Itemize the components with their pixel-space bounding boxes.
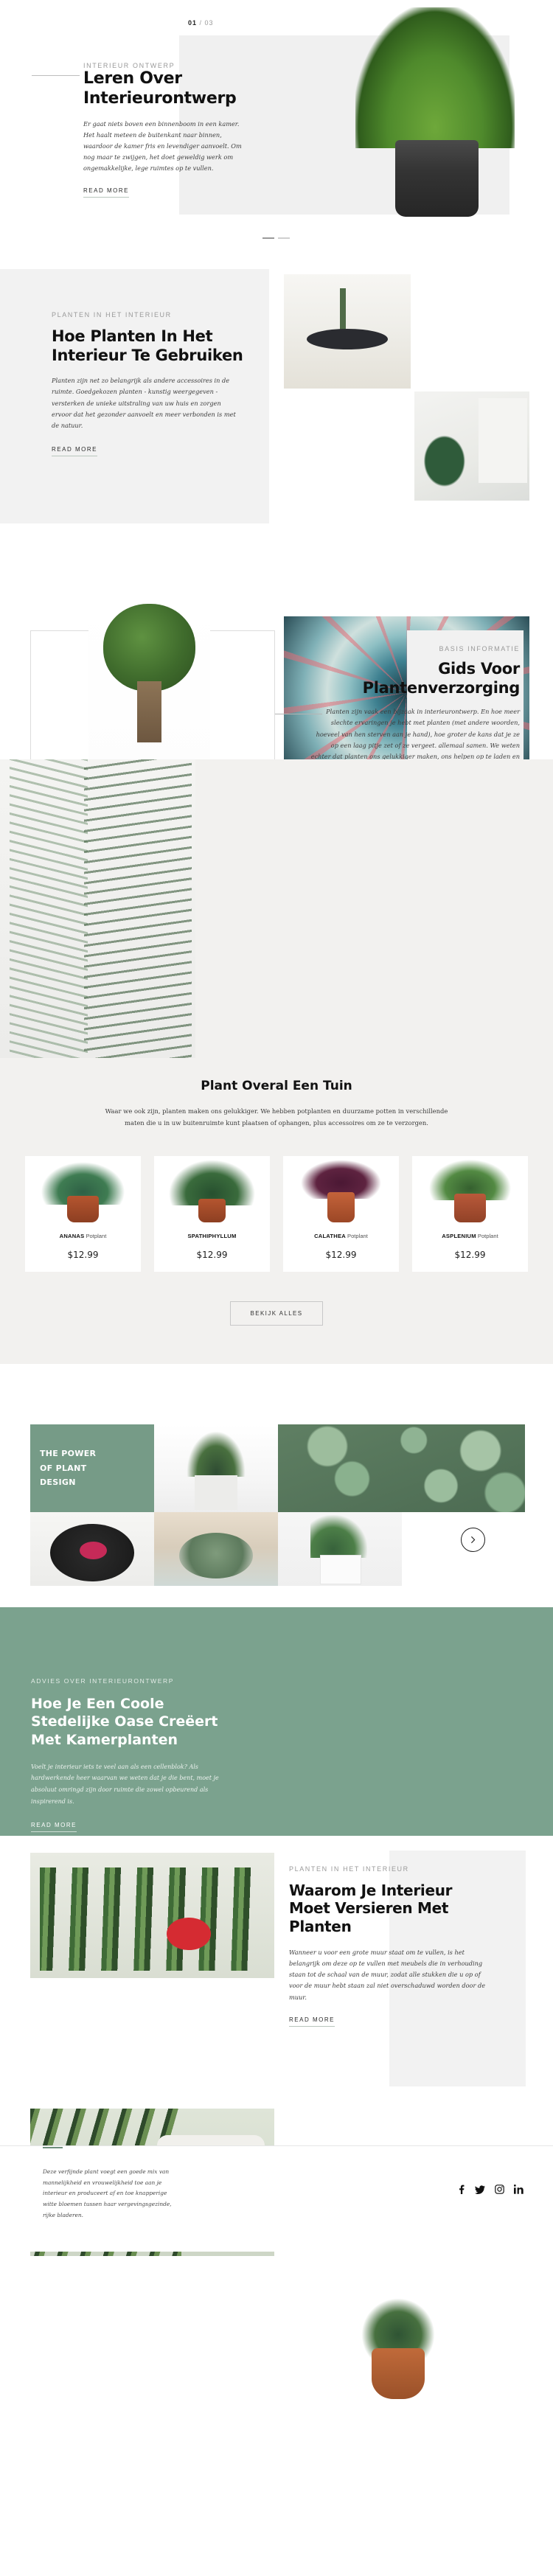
gallery-caption-text: THE POWER OF PLANT DESIGN <box>40 1447 96 1489</box>
gallery-image-aloe-pot[interactable] <box>278 1511 402 1586</box>
why-image-aloe-pot <box>347 2289 450 2403</box>
product-card[interactable]: ASPLENIUM Potplant $12.99 <box>412 1155 528 1272</box>
product-grid: ANANAS Potplant $12.99 SPATHIPHYLLUM $12… <box>0 1155 553 1272</box>
hero-eyebrow: INTERIEUR ONTWERP <box>83 62 175 69</box>
product-name: ANANAS Potplant <box>25 1233 141 1239</box>
product-name: ASPLENIUM Potplant <box>412 1233 528 1239</box>
cta-eyebrow: ADVIES OVER INTERIEURONTWERP <box>31 1677 175 1685</box>
twitter-icon[interactable] <box>475 2185 485 2195</box>
product-price: $12.99 <box>196 1249 228 1260</box>
products-section: Plant Overal Een Tuin Waar we ook zijn, … <box>0 1058 553 1364</box>
page-root: 01 / 03 INTERIEUR ONTWERP Leren Over Int… <box>0 0 553 2399</box>
guide-section: BASIS INFORMATIE Gids Voor Plantenverzor… <box>0 538 553 796</box>
cta-section: ADVIES OVER INTERIEURONTWERP Hoe Je Een … <box>0 1606 553 1836</box>
gallery-section: THE POWER OF PLANT DESIGN <box>0 1363 553 1607</box>
steps-background-image <box>0 759 195 1058</box>
gallery-caption-line-1: THE POWER <box>40 1449 97 1459</box>
product-price: $12.99 <box>325 1249 357 1260</box>
footer-paragraph: Deze verfijnde plant voegt een goede mix… <box>43 2168 172 2219</box>
interior-text-block: PLANTEN IN HET INTERIEUR Hoe Planten In … <box>52 311 254 457</box>
why-paragraph: Wanneer u voor een grote muur staat om t… <box>289 1948 486 2001</box>
interior-image-strelitzia <box>414 391 529 501</box>
product-image <box>283 1155 399 1225</box>
gallery-next-button[interactable] <box>461 1527 485 1552</box>
slide-counter-total: 03 <box>204 19 214 27</box>
why-section: PLANTEN IN HET INTERIEUR Waarom Je Inter… <box>0 1835 553 2399</box>
gallery-image-succulent-wall[interactable] <box>278 1424 525 1512</box>
gallery-row-top: THE POWER OF PLANT DESIGN <box>30 1424 525 1512</box>
gallery-row-bottom <box>30 1511 525 1586</box>
hero-section: 01 / 03 INTERIEUR ONTWERP Leren Over Int… <box>0 0 553 258</box>
product-name-type: Potplant <box>476 1232 498 1239</box>
cta-paragraph: Voelt je interieur iets te veel aan als … <box>31 1763 219 1805</box>
cta-text-block: ADVIES OVER INTERIEURONTWERP Hoe Je Een … <box>0 1607 236 1833</box>
hero-plant-image <box>335 7 535 221</box>
gallery-caption-line-2: OF PLANT <box>40 1463 87 1473</box>
gallery-image-succulent-bowl[interactable] <box>154 1511 278 1586</box>
why-title: Waarom Je Interieur Moet Versieren Met P… <box>289 1881 453 1935</box>
product-name-genus: ANANAS <box>59 1232 85 1239</box>
footer: Deze verfijnde plant voegt een goede mix… <box>0 2145 553 2252</box>
product-name-type: Potplant <box>84 1232 107 1239</box>
product-price: $12.99 <box>67 1249 99 1260</box>
product-image <box>412 1155 528 1225</box>
footer-accent-rule <box>43 2146 63 2148</box>
gallery-image-cactus-dish[interactable] <box>30 1511 154 1586</box>
product-name: CALATHEA Potplant <box>283 1233 399 1239</box>
guide-title: Gids Voor Plantenverzorging <box>362 660 521 697</box>
interior-paragraph: Planten zijn net zo belangrijk als ander… <box>52 377 236 429</box>
product-name-type: Potplant <box>345 1232 368 1239</box>
hero-text-block: INTERIEUR ONTWERP Leren Over Interieuron… <box>83 62 253 198</box>
cta-title: Hoe Je Een Coole Stedelijke Oase Creëert… <box>31 1695 218 1749</box>
products-subtitle: Waar we ook zijn, planten maken ons gelu… <box>105 1107 448 1127</box>
product-name-genus: SPATHIPHYLLUM <box>187 1232 237 1239</box>
why-read-more-link[interactable]: READ MORE <box>289 2016 335 2027</box>
product-card[interactable]: SPATHIPHYLLUM $12.99 <box>154 1155 270 1272</box>
product-card[interactable]: ANANAS Potplant $12.99 <box>25 1155 141 1272</box>
facebook-icon[interactable] <box>457 2185 465 2195</box>
interior-section: PLANTEN IN HET INTERIEUR Hoe Planten In … <box>0 258 553 918</box>
gallery-grid: THE POWER OF PLANT DESIGN <box>30 1424 525 1586</box>
linkedin-icon[interactable] <box>514 2185 524 2194</box>
guide-eyebrow: BASIS INFORMATIE <box>439 645 520 652</box>
product-image <box>25 1155 141 1225</box>
footer-social-list <box>457 2185 524 2195</box>
product-price: $12.99 <box>454 1249 486 1260</box>
hero-title: Leren Over Interieurontwerp <box>83 69 237 108</box>
instagram-icon[interactable] <box>495 2185 504 2195</box>
product-card[interactable]: CALATHEA Potplant $12.99 <box>283 1155 399 1272</box>
hero-rule <box>32 75 80 76</box>
hero-slider-dots[interactable] <box>262 237 290 239</box>
why-eyebrow: PLANTEN IN HET INTERIEUR <box>289 1865 409 1873</box>
product-name: SPATHIPHYLLUM <box>154 1233 270 1239</box>
interior-eyebrow: PLANTEN IN HET INTERIEUR <box>52 311 172 318</box>
products-title: Plant Overal Een Tuin <box>201 1079 352 1093</box>
hero-read-more-link[interactable]: READ MORE <box>83 187 129 198</box>
interior-read-more-link[interactable]: READ MORE <box>52 446 97 457</box>
cta-read-more-link[interactable]: READ MORE <box>31 1822 77 1833</box>
product-name-genus: CALATHEA <box>314 1232 346 1239</box>
why-text-block: PLANTEN IN HET INTERIEUR Waarom Je Inter… <box>289 1865 510 2027</box>
slide-counter-current: 01 <box>188 19 198 27</box>
hero-slider-dot-2[interactable] <box>278 237 290 239</box>
view-all-button[interactable]: BEKIJK ALLES <box>230 1301 323 1326</box>
chevron-right-icon <box>471 1536 476 1543</box>
gallery-caption-line-3: DESIGN <box>40 1477 76 1487</box>
product-name-genus: ASPLENIUM <box>442 1232 476 1239</box>
interior-title: Hoe Planten In Het Interieur Te Gebruike… <box>52 327 243 364</box>
product-image <box>154 1155 270 1225</box>
gallery-image-haworthia[interactable] <box>154 1424 278 1512</box>
interior-image-dining <box>284 274 411 389</box>
slide-counter: 01 / 03 <box>188 19 214 27</box>
bonsai-image <box>88 600 210 770</box>
gallery-caption-tile: THE POWER OF PLANT DESIGN <box>30 1424 154 1512</box>
why-image-cacti <box>30 1852 274 1978</box>
slide-counter-sep: / <box>197 19 205 27</box>
steps-section: Hoe Planten Te Gebruiken In Interieuront… <box>0 759 553 1058</box>
hero-slider-dot-1[interactable] <box>262 237 274 239</box>
hero-paragraph: Er gaat niets boven een binnenboom in ee… <box>83 119 242 173</box>
